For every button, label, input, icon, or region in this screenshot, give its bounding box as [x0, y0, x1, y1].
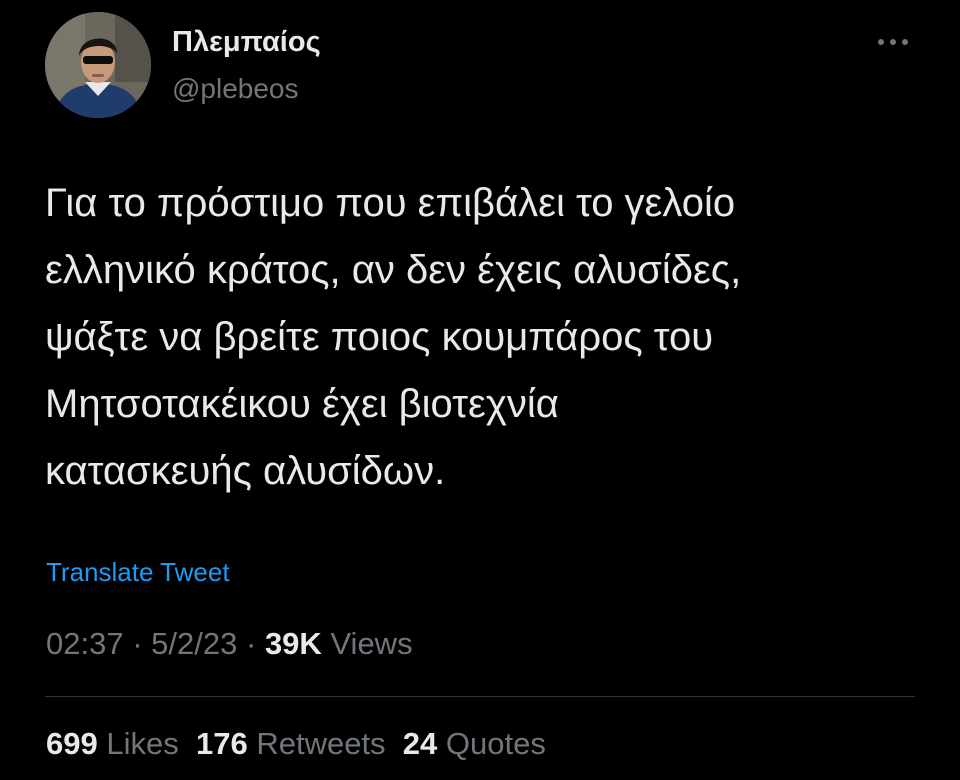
engagement-stats: 699 Likes 176 Retweets 24 Quotes [46, 726, 546, 762]
ellipsis-icon[interactable] [876, 34, 910, 48]
likes-label: Likes [106, 726, 179, 761]
tweet-metadata: 02:37 · 5/2/23 · 39K Views [46, 626, 413, 662]
retweets-count: 176 [195, 726, 248, 761]
author-handle[interactable]: @plebeos [172, 73, 299, 105]
translate-tweet-link[interactable]: Translate Tweet [46, 557, 230, 588]
tweet-time[interactable]: 02:37 [46, 626, 124, 661]
divider [45, 696, 915, 697]
avatar-photo-icon [45, 12, 151, 118]
retweets-stat[interactable]: 176 Retweets [196, 726, 386, 761]
quotes-stat[interactable]: 24 Quotes [403, 726, 546, 761]
meta-separator: · [132, 626, 143, 661]
meta-separator: · [245, 626, 257, 661]
tweet-text-line: Μητσοτακέικου έχει βιοτεχνία [45, 382, 559, 426]
quotes-label: Quotes [445, 726, 546, 761]
likes-stat[interactable]: 699 Likes [46, 726, 179, 761]
author-avatar[interactable] [45, 12, 151, 118]
author-display-name[interactable]: Πλεμπαίος [172, 26, 321, 59]
views-label: Views [330, 626, 413, 661]
likes-count: 699 [46, 726, 98, 761]
tweet-text-line: Για το πρόστιμο που επιβάλει το γελοίο [45, 181, 736, 225]
tweet-text-line: ελληνικό κράτος, αν δεν έχεις αλυσίδες, [45, 248, 742, 292]
tweet-text-line: κατασκευής αλυσίδων. [45, 449, 446, 493]
retweets-label: Retweets [256, 726, 386, 761]
tweet-text-line: ψάξτε να βρείτε ποιος κουμπάρος του [45, 315, 714, 359]
tweet-date[interactable]: 5/2/23 [151, 626, 237, 661]
tweet-text: Για το πρόστιμο που επιβάλει το γελοίο ε… [45, 170, 925, 505]
views-count: 39K [264, 626, 322, 661]
quotes-count: 24 [402, 726, 438, 761]
